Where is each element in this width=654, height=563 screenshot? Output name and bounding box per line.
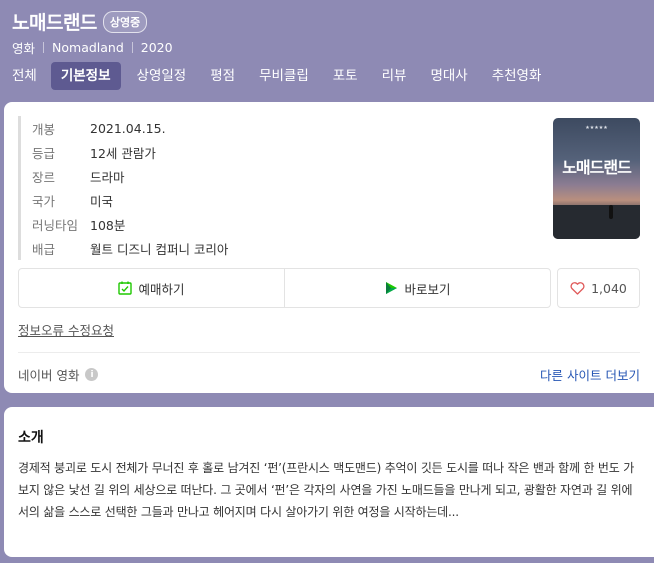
info-value: 12세 관람가 [90, 145, 156, 161]
tab-all[interactable]: 전체 [0, 62, 49, 90]
watch-now-button[interactable]: 바로보기 [284, 269, 550, 307]
like-button[interactable]: 1,040 [557, 268, 640, 308]
tab-basic-info[interactable]: 기본정보 [50, 62, 121, 90]
poster-title: 노매드랜드 [562, 158, 632, 177]
info-row-distributor: 배급 월트 디즈니 컴퍼니 코리아 [32, 236, 228, 260]
movie-meta: 영화 Nomadland 2020 [12, 38, 173, 57]
info-key: 등급 [32, 145, 56, 161]
tab-ratings[interactable]: 평점 [198, 62, 247, 90]
category-label: 영화 [12, 41, 36, 56]
info-key: 장르 [32, 169, 56, 185]
more-sites-link[interactable]: 다른 사이트 더보기 [540, 365, 640, 384]
divider [18, 352, 640, 353]
synopsis-card: 소개 경제적 붕괴로 도시 전체가 무너진 후 홀로 남겨진 ‘펀’(프란시스 … [4, 407, 654, 557]
poster-figure [609, 205, 613, 219]
report-error-link[interactable]: 정보오류 수정요청 [18, 320, 114, 339]
release-year: 2020 [140, 40, 173, 55]
info-row-release: 개봉 2021.04.15. [32, 116, 228, 140]
reserve-button[interactable]: 예매하기 [19, 269, 284, 307]
title-row: 노매드랜드 상영중 [12, 8, 148, 35]
tab-showtimes[interactable]: 상영일정 [125, 62, 199, 90]
like-count: 1,040 [591, 280, 627, 296]
info-row-country: 국가 미국 [32, 188, 228, 212]
watch-now-label: 바로보기 [404, 281, 451, 297]
source-label-group: 네이버 영화 i [18, 365, 99, 384]
tab-bar: 전체 기본정보 상영일정 평점 무비클립 포토 리뷰 명대사 추천영화 [0, 62, 553, 90]
info-row-runtime: 러닝타임 108분 [32, 212, 228, 236]
tab-recommended[interactable]: 추천영화 [480, 62, 554, 90]
original-title: Nomadland [52, 40, 124, 55]
movie-header: 노매드랜드 상영중 영화 Nomadland 2020 전체 기본정보 상영일정… [0, 0, 654, 96]
action-button-group: 예매하기 바로보기 [18, 268, 551, 308]
info-value[interactable]: 드라마 [90, 167, 125, 186]
info-list: 개봉 2021.04.15. 등급 12세 관람가 장르 드라마 국가 미국 러… [18, 116, 228, 260]
info-value: 2021.04.15. [90, 120, 166, 136]
tab-photos[interactable]: 포토 [321, 62, 370, 90]
calendar-check-icon [118, 281, 133, 295]
poster-stars: ★★★★★ [585, 125, 608, 131]
info-value: 미국 [90, 193, 114, 209]
tab-quotes[interactable]: 명대사 [418, 62, 479, 90]
basic-info-card: 개봉 2021.04.15. 등급 12세 관람가 장르 드라마 국가 미국 러… [4, 102, 654, 393]
meta-divider [43, 42, 45, 53]
info-key: 러닝타임 [32, 217, 79, 233]
info-key: 배급 [32, 241, 56, 257]
poster-ground [553, 205, 640, 239]
synopsis-heading: 소개 [18, 430, 44, 446]
info-key: 국가 [32, 193, 56, 209]
info-row-rating: 등급 12세 관람가 [32, 140, 228, 164]
play-icon [384, 281, 398, 295]
movie-poster[interactable]: ★★★★★ 노매드랜드 [553, 118, 640, 239]
reserve-label: 예매하기 [138, 281, 185, 297]
status-badge: 상영중 [102, 10, 148, 33]
info-value: 월트 디즈니 컴퍼니 코리아 [90, 241, 229, 257]
movie-title[interactable]: 노매드랜드 [12, 8, 97, 35]
heart-icon [570, 281, 585, 295]
synopsis-text: 경제적 붕괴로 도시 전체가 무너진 후 홀로 남겨진 ‘펀’(프란시스 맥도맨… [18, 461, 635, 519]
tab-movie-clips[interactable]: 무비클립 [247, 62, 321, 90]
source-label: 네이버 영화 [18, 368, 80, 383]
info-key: 개봉 [32, 121, 56, 137]
info-value: 108분 [90, 217, 126, 233]
action-row: 예매하기 바로보기 1,040 [18, 268, 640, 308]
info-icon[interactable]: i [85, 368, 99, 381]
meta-divider [131, 42, 133, 53]
tab-reviews[interactable]: 리뷰 [370, 62, 419, 90]
info-row-genre: 장르 드라마 [32, 164, 228, 188]
